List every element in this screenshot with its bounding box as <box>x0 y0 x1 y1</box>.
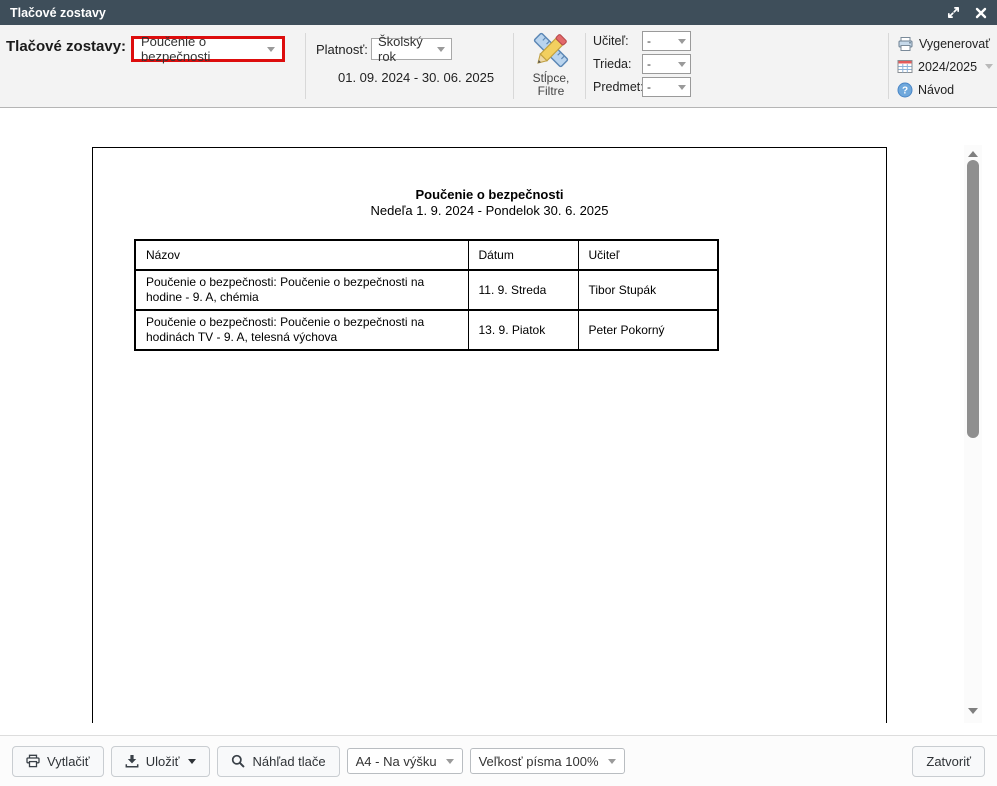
svg-text:?: ? <box>902 85 908 96</box>
close-button[interactable]: Zatvoriť <box>912 746 985 777</box>
close-icon[interactable] <box>975 7 987 19</box>
school-year-value: 2024/2025 <box>918 60 977 74</box>
chevron-down-icon <box>678 39 686 44</box>
dialog-title: Tlačové zostavy <box>10 6 106 20</box>
help-label: Návod <box>918 83 954 97</box>
table-header-teacher: Učiteľ <box>578 240 718 270</box>
paper-format-select[interactable]: A4 - Na výšku <box>347 748 463 774</box>
chevron-down-icon <box>985 64 993 69</box>
pencil-ruler-icon <box>530 29 572 71</box>
table-row: Poučenie o bezpečnosti: Poučenie o bezpe… <box>135 270 718 310</box>
report-toolbar: Tlačové zostavy: Poučenie o bezpečnosti … <box>0 25 997 108</box>
table-cell-date: 13. 9. Piatok <box>468 310 578 350</box>
school-year-select[interactable]: 2024/2025 <box>897 55 993 78</box>
report-preview-area: Poučenie o bezpečnosti Nedeľa 1. 9. 2024… <box>0 108 997 723</box>
font-size-select[interactable]: Veľkosť písma 100% <box>470 748 625 774</box>
class-filter-value: - <box>647 57 651 71</box>
toolbar-separator <box>888 33 889 99</box>
printer-icon <box>897 36 914 52</box>
question-icon: ? <box>897 82 913 98</box>
validity-label: Platnosť: <box>316 42 368 57</box>
table-cell-teacher: Peter Pokorný <box>578 310 718 350</box>
teacher-filter-row: Učiteľ: - <box>593 31 691 51</box>
toolbar-separator <box>585 33 586 99</box>
chevron-down-icon <box>437 47 445 52</box>
help-button[interactable]: ? Návod <box>897 78 993 101</box>
print-preview-button[interactable]: Náhľad tlače <box>217 746 339 777</box>
columns-filters-label-line1: Stĺpce, <box>521 72 581 84</box>
table-header-name: Názov <box>135 240 468 270</box>
close-label: Zatvoriť <box>926 754 971 769</box>
columns-filters-button[interactable]: Stĺpce, Filtre <box>521 29 581 97</box>
report-select-value: Poučenie o bezpečnosti <box>141 34 267 64</box>
dialog-titlebar: Tlačové zostavy <box>0 0 997 25</box>
print-button[interactable]: Vytlačiť <box>12 746 104 777</box>
teacher-filter-label: Učiteľ: <box>593 34 642 48</box>
subject-filter-select[interactable]: - <box>642 77 691 97</box>
class-filter-select[interactable]: - <box>642 54 691 74</box>
scroll-up-arrow-icon[interactable] <box>968 151 978 157</box>
chevron-down-icon <box>608 759 616 764</box>
toolbar-actions: Vygenerovať 2024/2025 ? Návod <box>897 32 993 101</box>
validity-select-value: Školský rok <box>378 34 437 64</box>
subject-filter-label: Predmet: <box>593 80 642 94</box>
report-page: Poučenie o bezpečnosti Nedeľa 1. 9. 2024… <box>92 147 887 723</box>
chevron-down-icon <box>678 62 686 67</box>
font-size-value: Veľkosť písma 100% <box>479 754 599 769</box>
table-cell-teacher: Tibor Stupák <box>578 270 718 310</box>
subject-filter-value: - <box>647 80 651 94</box>
chevron-down-icon <box>267 47 275 52</box>
calendar-icon <box>897 59 913 74</box>
columns-filters-label-line2: Filtre <box>521 85 581 97</box>
chevron-down-icon <box>678 85 686 90</box>
subject-filter-row: Predmet: - <box>593 77 691 97</box>
table-cell-date: 11. 9. Streda <box>468 270 578 310</box>
class-filter-label: Trieda: <box>593 57 642 71</box>
report-table: Názov Dátum Učiteľ Poučenie o bezpečnost… <box>134 239 719 351</box>
download-icon <box>125 754 139 768</box>
report-select-label: Tlačové zostavy: <box>6 38 126 55</box>
printer-icon <box>26 754 40 768</box>
dialog-footer: Vytlačiť Uložiť Náhľad tlače A4 - Na výš… <box>0 735 997 786</box>
paper-format-value: A4 - Na výšku <box>356 754 437 769</box>
save-button[interactable]: Uložiť <box>111 746 211 777</box>
table-cell-name: Poučenie o bezpečnosti: Poučenie o bezpe… <box>135 310 468 350</box>
table-header-date: Dátum <box>468 240 578 270</box>
scroll-down-arrow-icon[interactable] <box>968 708 978 714</box>
table-cell-name: Poučenie o bezpečnosti: Poučenie o bezpe… <box>135 270 468 310</box>
report-select[interactable]: Poučenie o bezpečnosti <box>131 36 285 62</box>
class-filter-row: Trieda: - <box>593 54 691 74</box>
table-header-row: Názov Dátum Učiteľ <box>135 240 718 270</box>
expand-icon[interactable] <box>947 6 960 19</box>
save-label: Uložiť <box>146 754 180 769</box>
teacher-filter-select[interactable]: - <box>642 31 691 51</box>
table-row: Poučenie o bezpečnosti: Poučenie o bezpe… <box>135 310 718 350</box>
toolbar-separator <box>305 33 306 99</box>
filter-selects: Učiteľ: - Trieda: - Predmet: - <box>593 31 691 100</box>
chevron-down-icon <box>188 759 196 764</box>
date-range-text: 01. 09. 2024 - 30. 06. 2025 <box>338 70 494 85</box>
vertical-scrollbar[interactable] <box>964 145 982 723</box>
chevron-down-icon <box>446 759 454 764</box>
magnifier-icon <box>231 754 245 768</box>
report-subtitle: Nedeľa 1. 9. 2024 - Pondelok 30. 6. 2025 <box>93 203 886 218</box>
print-preview-label: Náhľad tlače <box>252 754 325 769</box>
report-title: Poučenie o bezpečnosti <box>93 187 886 202</box>
titlebar-controls <box>947 6 987 19</box>
print-label: Vytlačiť <box>47 754 90 769</box>
teacher-filter-value: - <box>647 34 651 48</box>
scrollbar-thumb[interactable] <box>967 160 979 438</box>
generate-label: Vygenerovať <box>919 37 990 51</box>
toolbar-separator <box>513 33 514 99</box>
generate-button[interactable]: Vygenerovať <box>897 32 993 55</box>
validity-select[interactable]: Školský rok <box>371 38 452 60</box>
